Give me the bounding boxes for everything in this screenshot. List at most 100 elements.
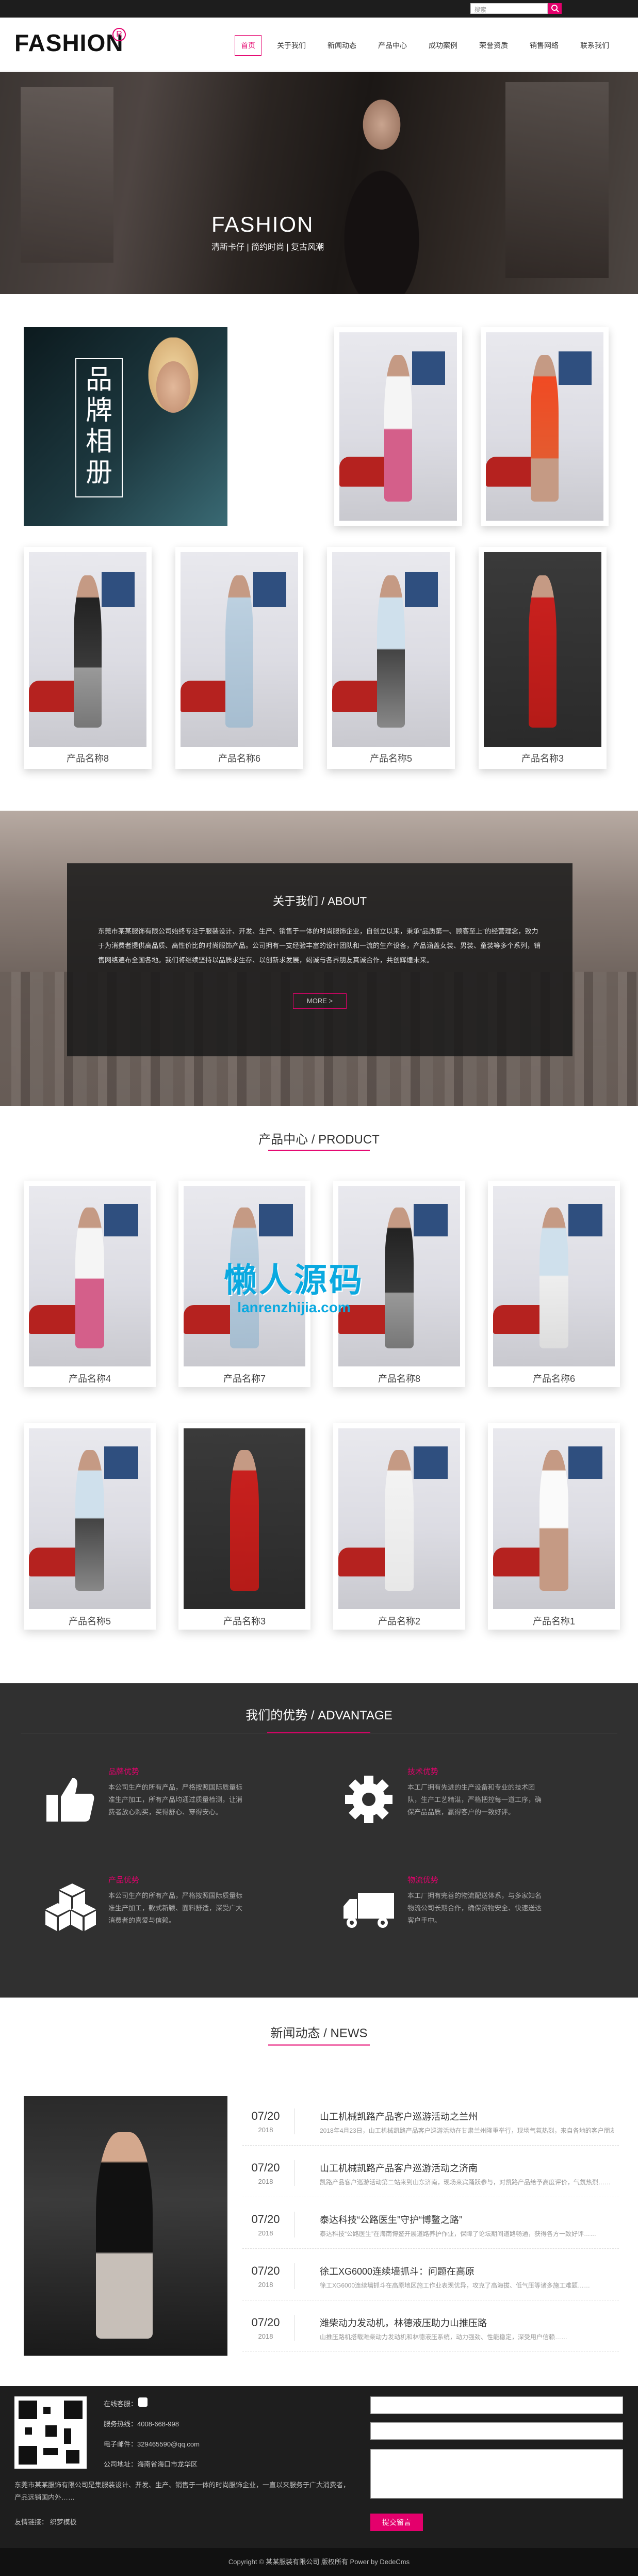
album-caption[interactable]: 产品名称6 bbox=[175, 751, 303, 765]
product-card[interactable]: 产品名称4 bbox=[24, 1181, 156, 1387]
product-caption[interactable]: 产品名称2 bbox=[333, 1614, 465, 1628]
news-feature-image[interactable] bbox=[24, 2096, 227, 2356]
search-icon bbox=[551, 5, 559, 12]
registered-mark: R bbox=[112, 28, 126, 41]
product-caption[interactable]: 产品名称8 bbox=[333, 1372, 465, 1385]
product-card[interactable]: 产品名称2 bbox=[333, 1423, 465, 1630]
news-title[interactable]: 泰达科技“公路医生”守护“博鳌之路” bbox=[320, 2213, 462, 2226]
main-nav: 首页 关于我们 新闻动态 产品中心 成功案例 荣誉资质 销售网络 联系我们 bbox=[235, 35, 625, 56]
nav-products[interactable]: 产品中心 bbox=[372, 35, 413, 56]
album-card[interactable]: 产品名称5 bbox=[327, 547, 455, 769]
album-photo bbox=[484, 552, 601, 747]
news-year: 2018 bbox=[258, 2281, 273, 2289]
advantage-desc: 本公司生产的所有产品，严格按照国际质量标准生产加工，款式新颖、面料舒适，深受广大… bbox=[108, 1892, 243, 1924]
album-caption[interactable]: 产品名称3 bbox=[479, 751, 607, 765]
news-title[interactable]: 山工机械凯路产品客户巡游活动之济南 bbox=[320, 2161, 478, 2175]
product-card[interactable]: 产品名称1 bbox=[488, 1423, 620, 1630]
news-divider bbox=[294, 2108, 295, 2134]
product-card[interactable]: 产品名称3 bbox=[178, 1423, 310, 1630]
nav-cases[interactable]: 成功案例 bbox=[422, 35, 464, 56]
news-date: 07/20 bbox=[251, 2264, 280, 2277]
product-photo bbox=[29, 1186, 151, 1366]
product-card[interactable]: 产品名称6 bbox=[488, 1181, 620, 1387]
album-caption[interactable]: 产品名称8 bbox=[24, 751, 152, 765]
news-title[interactable]: 山工机械凯路产品客户巡游活动之兰州 bbox=[320, 2110, 478, 2123]
chat-icon[interactable] bbox=[138, 2397, 148, 2407]
watermark-url: lanrenzhijia.com bbox=[237, 1299, 351, 1315]
nav-network[interactable]: 销售网络 bbox=[524, 35, 565, 56]
album-card[interactable]: 产品名称6 bbox=[175, 547, 303, 769]
news-item[interactable]: 07/20 2018 泰达科技“公路医生”守护“博鳌之路” 泰达科技“公路医生”在海南… bbox=[242, 2202, 619, 2249]
news-title[interactable]: 徐工XG6000连续墙抓斗：问题在高原 bbox=[320, 2264, 475, 2278]
footer-phone: 服务热线：4008-668-998 bbox=[104, 2420, 179, 2428]
news-desc: 山推压路机搭载潍柴动力发动机和林德液压系统，动力强劲、性能稳定，深受用户信赖…… bbox=[320, 2333, 568, 2341]
copyright: Copyright © 某某服装有限公司 版权所有 Power by DedeC… bbox=[0, 2548, 638, 2576]
news-desc: 徐工XG6000连续墙抓斗在高原地区施工作业表现优异，攻克了高海拔、低气压等诸多… bbox=[320, 2282, 591, 2289]
footer-description: 东莞市某某服饰有限公司是集服装设计、开发、生产、销售于一体的时尚服饰企业，一直以… bbox=[14, 2481, 350, 2501]
search-input[interactable]: 搜索 bbox=[470, 3, 548, 14]
product-card[interactable]: 产品名称5 bbox=[24, 1423, 156, 1630]
nav-contact[interactable]: 联系我们 bbox=[574, 35, 615, 56]
truck-icon bbox=[340, 1879, 397, 1936]
album-top-card-2[interactable] bbox=[481, 327, 609, 526]
advantage-desc: 本工厂拥有完善的物流配送体系，与多家知名物流公司长期合作，确保货物安全、快速送达… bbox=[407, 1892, 542, 1924]
advantage-head: 产品优势 bbox=[108, 1876, 140, 1885]
online-service-label: 在线客服： bbox=[104, 2400, 138, 2408]
phone-field[interactable] bbox=[370, 2422, 623, 2440]
album-photo bbox=[486, 332, 603, 521]
product-caption[interactable]: 产品名称3 bbox=[178, 1614, 310, 1628]
news-title[interactable]: 潍柴动力发动机，林德液压助力山推压路 bbox=[320, 2316, 487, 2329]
site-footer: 在线客服： 服务热线：4008-668-998 电子邮件：329465590@q… bbox=[0, 2386, 638, 2548]
brand-model-image bbox=[132, 337, 215, 461]
album-photo bbox=[29, 552, 146, 747]
album-card[interactable]: 产品名称3 bbox=[479, 547, 607, 769]
news-item[interactable]: 07/20 2018 山工机械凯路产品客户巡游活动之济南 凯路产品客户巡游活动第二站来… bbox=[242, 2151, 619, 2197]
hero-banner[interactable]: FASHION 清新卡仔 | 简约时尚 | 复古风潮 bbox=[0, 72, 638, 294]
nav-honors[interactable]: 荣誉资质 bbox=[473, 35, 514, 56]
album-caption[interactable]: 产品名称5 bbox=[327, 751, 455, 765]
album-card[interactable]: 产品名称8 bbox=[24, 547, 152, 769]
product-caption[interactable]: 产品名称5 bbox=[24, 1614, 156, 1628]
news-item[interactable]: 07/20 2018 山工机械凯路产品客户巡游活动之兰州 2018年4月23日，山工机… bbox=[242, 2099, 619, 2146]
product-photo bbox=[184, 1428, 305, 1609]
banner-subtitle: 清新卡仔 | 简约时尚 | 复古风潮 bbox=[211, 243, 324, 252]
news-divider bbox=[294, 2212, 295, 2237]
brand-album-card[interactable]: 品牌相册 bbox=[24, 327, 227, 526]
news-year: 2018 bbox=[258, 2229, 273, 2237]
advantage-divider-accent bbox=[267, 1732, 370, 1733]
product-photo bbox=[493, 1186, 615, 1366]
news-desc: 泰达科技“公路医生”在海南博鳌开展道路养护作业，保障了论坛期间道路畅通，获得各方… bbox=[320, 2230, 596, 2237]
news-year: 2018 bbox=[258, 2178, 273, 2185]
search-button[interactable] bbox=[548, 3, 562, 14]
news-item[interactable]: 07/20 2018 徐工XG6000连续墙抓斗：问题在高原徐工XG6000连续墙抓… bbox=[242, 2254, 619, 2300]
news-item[interactable]: 07/20 2018 潍柴动力发动机，林德液压助力山推压路 山推压路机搭载潍柴动力发动… bbox=[242, 2306, 619, 2352]
banner-window-left bbox=[21, 87, 113, 263]
advantage-head: 品牌优势 bbox=[108, 1767, 140, 1776]
product-caption[interactable]: 产品名称1 bbox=[488, 1614, 620, 1628]
nav-home[interactable]: 首页 bbox=[235, 35, 261, 56]
banner-model-image bbox=[315, 77, 449, 294]
product-caption[interactable]: 产品名称6 bbox=[488, 1372, 620, 1385]
footer-links[interactable]: 友情链接： 织梦模板 bbox=[14, 2516, 355, 2529]
about-section: 关于我们 / ABOUT 东莞市某某服饰有限公司始终专注于服装设计、开发、生产、… bbox=[0, 811, 638, 1106]
site-logo[interactable]: FASHION bbox=[14, 29, 123, 57]
footer-address: 公司地址：海南省海口市龙华区 bbox=[104, 2460, 198, 2468]
news-section-title: 新闻动态 / NEWS bbox=[270, 2026, 368, 2040]
gear-icon bbox=[340, 1771, 397, 1828]
thumbs-up-icon bbox=[41, 1771, 98, 1828]
news-date: 07/20 bbox=[251, 2161, 280, 2174]
message-field[interactable] bbox=[370, 2449, 623, 2499]
product-photo bbox=[493, 1428, 615, 1609]
album-top-card-1[interactable] bbox=[334, 327, 462, 526]
submit-button[interactable]: 提交留言 bbox=[370, 2514, 423, 2531]
product-caption[interactable]: 产品名称4 bbox=[24, 1372, 156, 1385]
product-caption[interactable]: 产品名称7 bbox=[178, 1372, 310, 1385]
about-more-button[interactable]: MORE > bbox=[293, 993, 347, 1009]
about-text: 东莞市某某服饰有限公司始终专注于服装设计、开发、生产、销售于一体的时尚服饰企业，… bbox=[98, 927, 541, 964]
product-section-title: 产品中心 / PRODUCT bbox=[258, 1133, 380, 1147]
nav-news[interactable]: 新闻动态 bbox=[321, 35, 363, 56]
product-photo bbox=[29, 1428, 151, 1609]
nav-about[interactable]: 关于我们 bbox=[271, 35, 312, 56]
name-field[interactable] bbox=[370, 2396, 623, 2414]
footer-email: 电子邮件：329465590@qq.com bbox=[104, 2440, 200, 2448]
